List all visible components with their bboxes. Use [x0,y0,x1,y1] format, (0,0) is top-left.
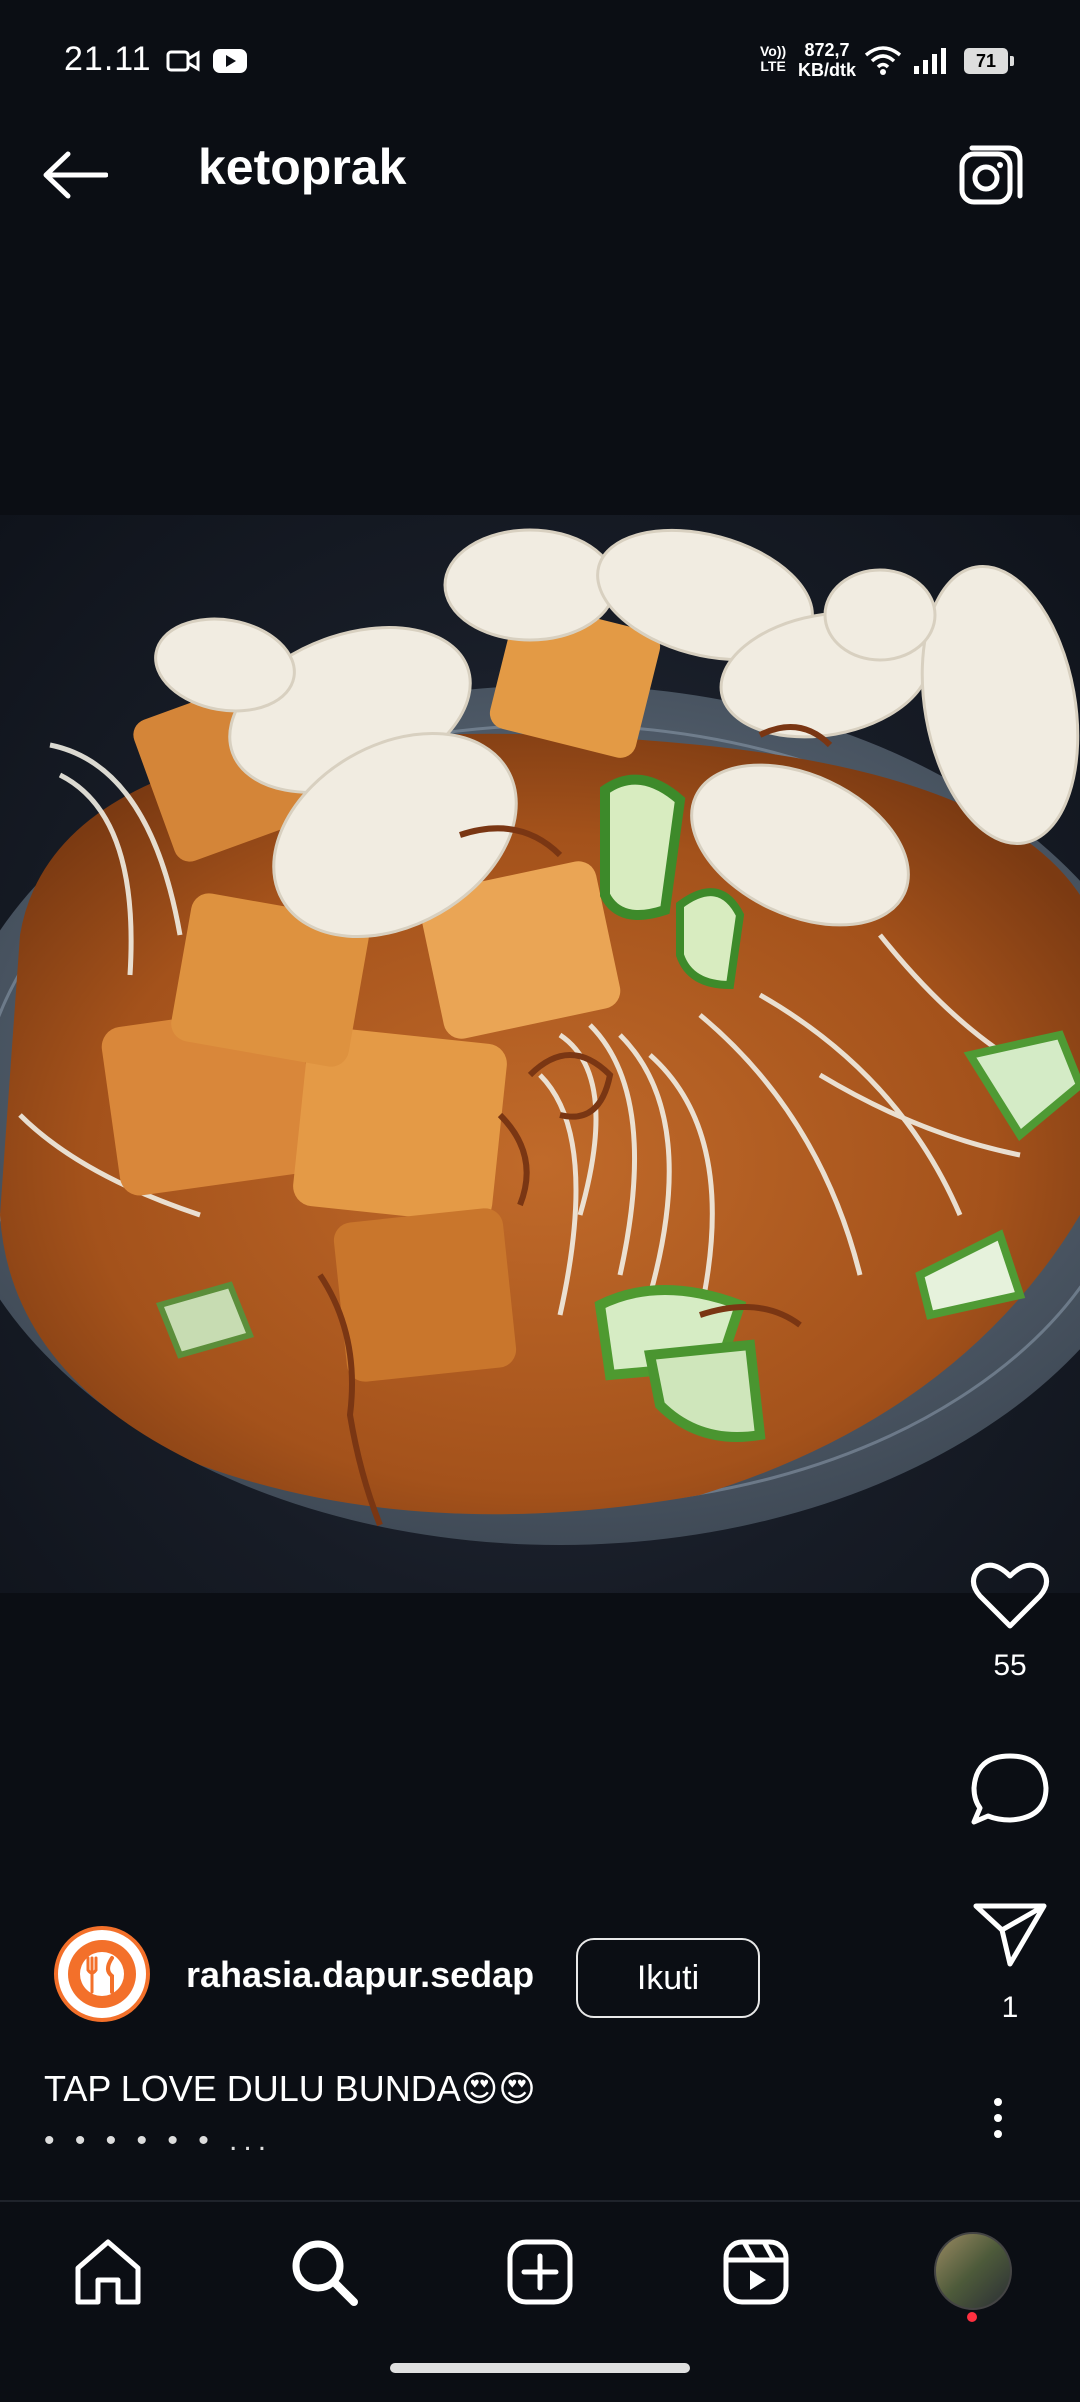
more-options-icon[interactable] [978,2094,1018,2144]
like-count[interactable]: 55 [940,1649,1080,1683]
search-icon[interactable] [284,2232,364,2312]
like-action: 55 [940,1560,1080,1683]
heart-icon[interactable] [970,1560,1050,1632]
back-arrow-icon[interactable] [42,150,108,200]
page-title: ketoprak [198,139,407,195]
wifi-icon [864,46,902,75]
video-camera-icon [166,50,200,72]
network-speed: 872,7 KB/dtk [798,40,856,80]
restaurant-logo-icon [68,1940,136,2008]
send-icon[interactable] [972,1900,1048,1968]
notification-dot [967,2312,977,2322]
share-action: 1 [940,1900,1080,2025]
status-bar: 21.11 Vo)) LTE 872,7 KB/dtk 71 [0,0,1080,94]
follow-button[interactable]: Ikuti [576,1938,760,2018]
reels-icon[interactable] [716,2232,796,2312]
create-post-icon[interactable] [500,2232,580,2312]
author-username[interactable]: rahasia.dapur.sedap [186,1954,534,1996]
status-time: 21.11 [64,40,152,78]
post-image[interactable] [0,515,1080,1593]
battery-icon: 71 [964,48,1014,74]
home-icon[interactable] [68,2232,148,2312]
caption-more[interactable]: • • • • • • ... [44,2124,272,2158]
header-bar: ketoprak [0,110,1080,230]
volte-indicator: Vo)) LTE [760,43,787,74]
post-caption[interactable]: TAP LOVE DULU BUNDA😍😍 [44,2068,536,2110]
comment-icon[interactable] [970,1752,1050,1828]
share-count: 1 [1001,1991,1019,2024]
home-indicator[interactable] [390,2363,690,2373]
camera-icon[interactable] [958,144,1024,210]
ketoprak-dish-illustration [0,528,1080,1545]
youtube-icon [213,49,247,73]
profile-avatar[interactable] [934,2232,1012,2310]
comment-action [940,1752,1080,1833]
signal-icon [914,48,946,74]
author-avatar[interactable] [54,1926,150,2022]
